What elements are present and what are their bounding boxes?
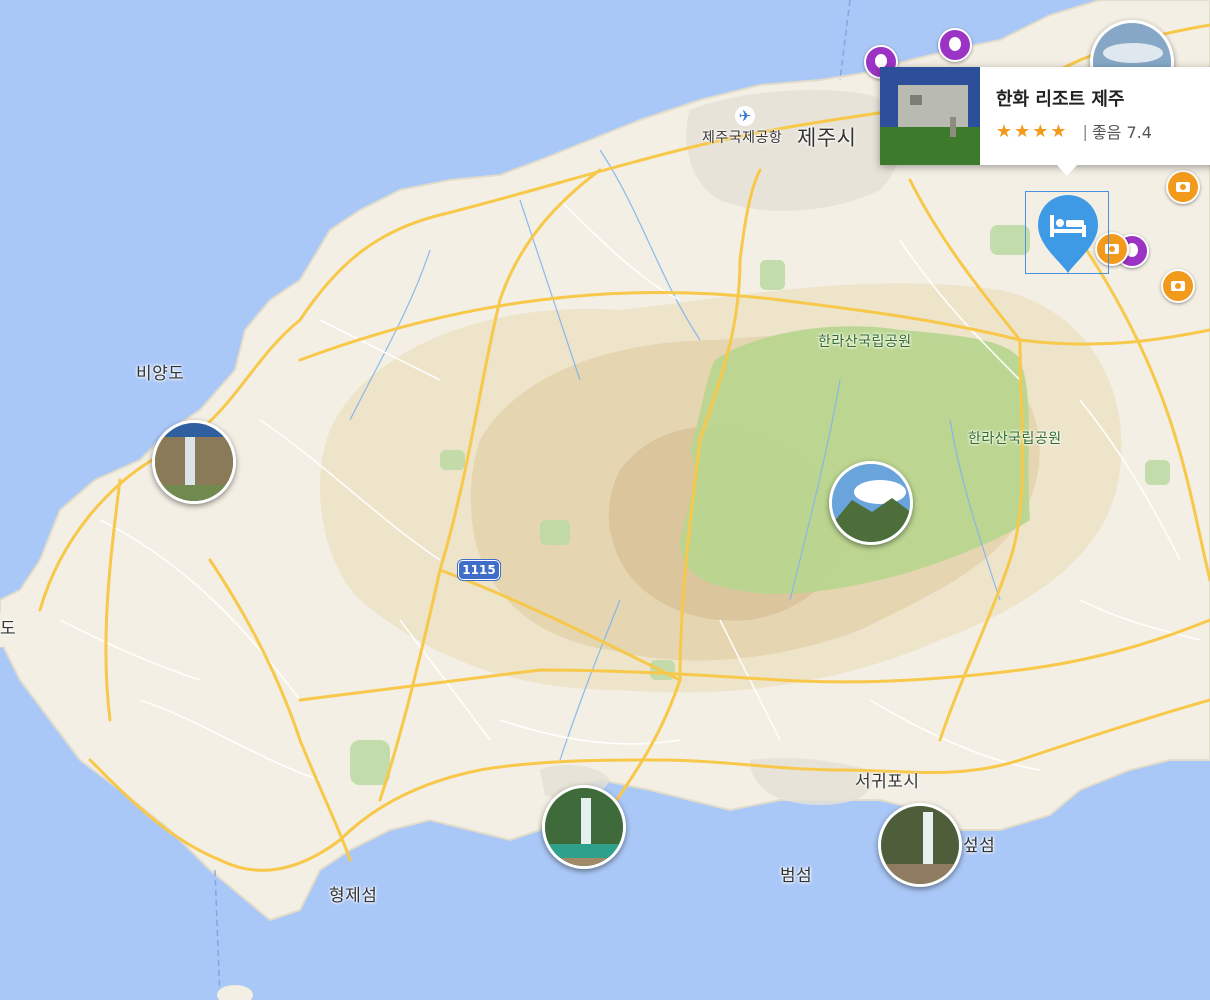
airport-icon[interactable]: ✈ <box>735 106 755 126</box>
photo-marker-hallasan[interactable] <box>829 461 913 545</box>
photo-marker-waterfall-west[interactable] <box>152 420 236 504</box>
hotel-bed-icon[interactable] <box>1036 195 1100 275</box>
star-rating-icon: ★★★★ <box>996 120 1069 142</box>
hotel-name[interactable]: 한화 리조트 제주 <box>996 85 1152 111</box>
rating-text: 좋음 7.4 <box>1091 123 1152 142</box>
label-jeju-city: 제주시 <box>797 126 857 150</box>
label-seogwipo: 서귀포시 <box>855 772 920 792</box>
camera-icon[interactable] <box>1161 269 1195 303</box>
road-shield-1115: 1115 <box>458 560 500 580</box>
label-hallasan-park-2: 한라산국립공원 <box>968 431 1062 447</box>
rating-separator: | <box>1082 121 1088 141</box>
label-biyangdo: 비양도 <box>136 364 185 384</box>
hotel-rating: ★★★★ | 좋음 7.4 <box>996 119 1152 143</box>
popup-tail <box>1056 164 1078 176</box>
label-hallasan-park-1: 한라산국립공원 <box>818 334 912 350</box>
camera-icon[interactable] <box>1166 170 1200 204</box>
photo-marker-jeongbang[interactable] <box>878 803 962 887</box>
label-hyeongjeseom: 형제섬 <box>329 886 378 906</box>
hotel-thumbnail[interactable] <box>880 67 980 165</box>
hotel-info-popup[interactable]: 한화 리조트 제주 ★★★★ | 좋음 7.4 <box>880 67 1210 165</box>
label-beomseom: 범섬 <box>780 866 813 886</box>
label-left-edge: 도 <box>0 619 17 639</box>
label-seopseom: 섶섬 <box>963 836 996 856</box>
label-jeju-airport: 제주국제공항 <box>702 130 783 146</box>
photo-marker-cheonjeyeon[interactable] <box>542 785 626 869</box>
balloon-icon[interactable] <box>938 28 972 62</box>
